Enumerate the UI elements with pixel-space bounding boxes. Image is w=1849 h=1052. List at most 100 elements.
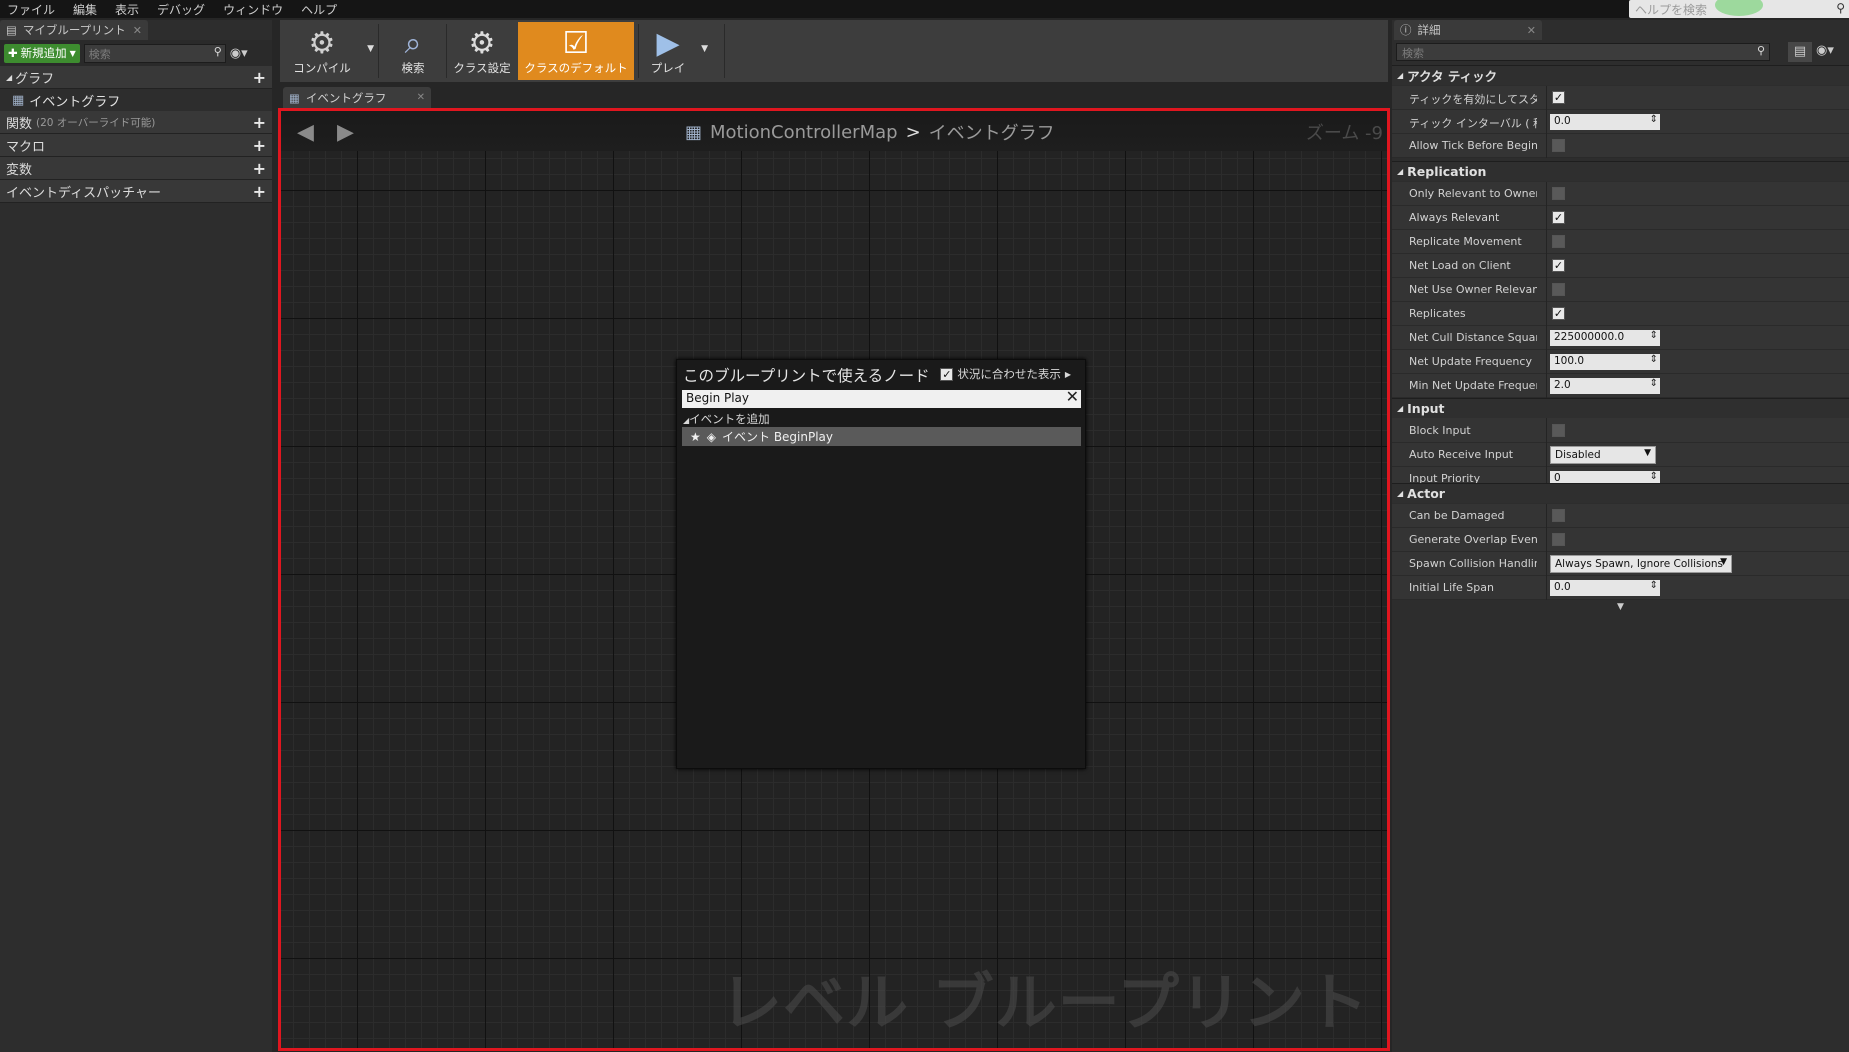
class-defaults-button[interactable]: ☑ クラスのデフォルト [518, 22, 634, 80]
add-macro-icon[interactable]: + [253, 136, 266, 155]
property-checkbox[interactable] [1552, 235, 1565, 248]
property-label: Always Relevant [1409, 211, 1500, 224]
event-graph-item[interactable]: ▦ イベントグラフ [0, 89, 272, 111]
breadcrumb-map[interactable]: MotionControllerMap [710, 122, 898, 143]
menu-debug[interactable]: デバッグ [150, 1, 216, 18]
graph-editor[interactable]: ◀ ▶ ▦ MotionControllerMap > イベントグラフ ズーム … [278, 108, 1390, 1051]
expand-advanced-icon[interactable]: ▼ [1392, 601, 1849, 613]
spin-icon[interactable]: ⇕ [1650, 471, 1658, 482]
menu-window[interactable]: ウィンドウ [216, 1, 294, 18]
menu-edit[interactable]: 編集 [66, 1, 108, 18]
section-label: マクロ [6, 139, 46, 155]
section-graphs[interactable]: ◢ グラフ + [0, 66, 272, 89]
menu-view[interactable]: 表示 [108, 1, 150, 18]
divider [378, 24, 379, 78]
property-dropdown[interactable]: Disabled ▼ [1550, 446, 1656, 464]
context-sensitive-toggle[interactable]: ✓ 状況に合わせた表示 ▶ [940, 366, 1071, 382]
close-icon[interactable]: ✕ [133, 24, 142, 37]
node-search-input[interactable]: Begin Play ✕ [682, 387, 1081, 408]
spin-icon[interactable]: ⇕ [1650, 580, 1658, 591]
property-checkbox[interactable] [1552, 283, 1565, 296]
close-icon[interactable]: ✕ [417, 92, 425, 103]
checklist-icon: ☑ [562, 26, 590, 61]
plus-icon: ✚ [8, 46, 18, 60]
property-checkbox[interactable] [1552, 533, 1565, 546]
property-number-field[interactable]: 0.0 ⇕ [1550, 580, 1660, 596]
menu-help[interactable]: ヘルプ [294, 1, 348, 18]
category-title: Actor [1407, 486, 1445, 501]
eye-icon[interactable]: ◉▾ [1816, 43, 1834, 58]
section-label: イベントディスパッチャー [6, 185, 161, 201]
menu-file[interactable]: ファイル [0, 1, 66, 18]
property-row: Net Load on Client ✓ [1392, 254, 1849, 278]
category-header-actor-tick[interactable]: ◢ アクタ ティック [1392, 65, 1849, 85]
add-dispatcher-icon[interactable]: + [253, 182, 266, 201]
property-checkbox[interactable] [1552, 187, 1565, 200]
column-divider [1546, 302, 1547, 326]
category-header-replication[interactable]: ◢ Replication [1392, 161, 1849, 181]
section-variables[interactable]: 変数 + [0, 157, 272, 180]
tab-event-graph[interactable]: ▦ イベントグラフ ✕ [283, 87, 431, 108]
chevron-down-icon: ▼ [1644, 448, 1651, 458]
divider [724, 24, 725, 78]
spin-icon[interactable]: ⇕ [1650, 330, 1658, 341]
property-number-field[interactable]: 0.0 ⇕ [1550, 114, 1660, 130]
class-defaults-label: クラスのデフォルト [524, 61, 628, 75]
my-blueprint-tab[interactable]: ▤ マイブループリント ✕ [0, 20, 148, 40]
class-settings-button[interactable]: ⚙ クラス設定 [450, 22, 514, 80]
search-input[interactable]: 検索 ⚲ [83, 43, 226, 63]
property-checkbox[interactable] [1552, 509, 1565, 522]
category-header-actor[interactable]: ◢ Actor [1392, 483, 1849, 503]
star-icon: ★ [690, 429, 701, 444]
add-new-button[interactable]: ✚ 新規追加 ▼ [4, 43, 80, 63]
property-checkbox[interactable]: ✓ [1552, 307, 1565, 320]
property-matrix-icon[interactable]: ▤ [1788, 42, 1812, 62]
close-icon[interactable]: ✕ [1527, 24, 1536, 37]
play-button[interactable]: ▶ プレイ ▼ [642, 22, 708, 80]
section-label: 関数 [6, 116, 33, 132]
property-label: Net Update Frequency [1409, 355, 1532, 368]
section-macros[interactable]: マクロ + [0, 134, 272, 157]
compile-icon: ⚙ [308, 26, 336, 61]
chevron-down-icon[interactable]: ▼ [701, 44, 708, 54]
spin-icon[interactable]: ⇕ [1650, 354, 1658, 365]
dropdown-value: Disabled [1555, 449, 1601, 461]
add-function-icon[interactable]: + [253, 113, 266, 132]
help-search-input[interactable]: ヘルプを検索 ⚲ [1629, 0, 1849, 18]
compile-button[interactable]: ⚙ コンパイル ▼ [284, 22, 374, 80]
property-dropdown[interactable]: Always Spawn, Ignore Collisions ▼ [1550, 555, 1732, 573]
section-functions[interactable]: 関数 (20 オーバーライド可能) + [0, 111, 272, 134]
details-search-input[interactable]: 検索 ⚲ [1396, 43, 1770, 61]
property-number-field[interactable]: 100.0 ⇕ [1550, 354, 1660, 370]
property-checkbox[interactable]: ✓ [1552, 211, 1565, 224]
checkbox[interactable]: ✓ [940, 367, 954, 381]
property-label: Only Relevant to Owner [1409, 187, 1537, 200]
search-icon: ⚲ [1756, 44, 1765, 57]
add-graph-icon[interactable]: + [253, 68, 266, 87]
details-tab[interactable]: ⓘ 詳細 ✕ [1394, 20, 1542, 40]
property-number-field[interactable]: 2.0 ⇕ [1550, 378, 1660, 394]
functions-note: (20 オーバーライド可能) [36, 116, 156, 129]
property-checkbox[interactable]: ✓ [1552, 91, 1565, 104]
section-dispatchers[interactable]: イベントディスパッチャー + [0, 180, 272, 203]
property-checkbox[interactable] [1552, 424, 1565, 437]
category-header-input[interactable]: ◢ Input [1392, 398, 1849, 418]
property-checkbox[interactable]: ✓ [1552, 259, 1565, 272]
property-label: Allow Tick Before Begin Pla [1409, 139, 1537, 152]
property-number-field[interactable]: 225000000.0 ⇕ [1550, 330, 1660, 346]
search-button[interactable]: ⌕ 検索 [384, 22, 442, 80]
arrow-left-icon[interactable]: ◀ [297, 120, 314, 145]
spin-icon[interactable]: ⇕ [1650, 378, 1658, 389]
property-checkbox[interactable] [1552, 139, 1565, 152]
property-label: Net Cull Distance Squared [1409, 331, 1537, 344]
category-add-event[interactable]: ◢イベントを追加 [683, 411, 770, 427]
property-row: Block Input [1392, 419, 1849, 443]
chevron-down-icon[interactable]: ▼ [367, 44, 374, 54]
node-item-begin-play[interactable]: ★ ◈ イベント BeginPlay [682, 427, 1081, 446]
clear-icon[interactable]: ✕ [1066, 387, 1079, 406]
eye-icon[interactable]: ◉▾ [230, 46, 248, 61]
field-value: 0.0 [1554, 115, 1571, 127]
add-variable-icon[interactable]: + [253, 159, 266, 178]
arrow-right-icon[interactable]: ▶ [337, 120, 354, 145]
spin-icon[interactable]: ⇕ [1650, 114, 1658, 125]
